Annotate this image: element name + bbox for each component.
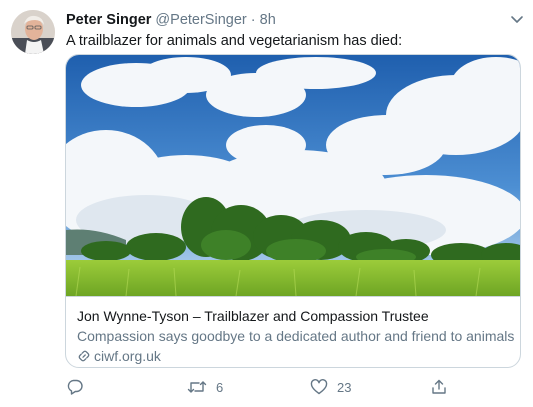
retweet-count: 6 [216, 379, 224, 395]
timestamp[interactable]: 8h [260, 12, 276, 28]
share-button[interactable] [430, 375, 457, 399]
heart-icon [310, 379, 328, 395]
reply-icon [67, 379, 83, 395]
link-card[interactable]: Jon Wynne-Tyson – Trailblazer and Compas… [65, 54, 521, 368]
avatar-image [11, 10, 55, 54]
card-domain-text: ciwf.org.uk [94, 348, 161, 364]
retweet-icon [187, 381, 207, 393]
more-options-button[interactable] [508, 10, 526, 28]
author-name[interactable]: Peter Singer [66, 12, 151, 28]
card-domain: ciwf.org.uk [77, 347, 511, 365]
avatar[interactable] [11, 10, 55, 54]
card-description: Compassion says goodbye to a dedicated a… [77, 328, 515, 344]
tweet-text: A trailblazer for animals and vegetarian… [66, 33, 403, 49]
chevron-down-icon [511, 16, 523, 23]
tweet-header: Peter Singer @PeterSinger · 8h [66, 11, 276, 29]
like-count: 23 [337, 379, 352, 395]
link-icon [78, 350, 90, 362]
tweet[interactable]: Peter Singer @PeterSinger · 8h A trailbla… [0, 0, 533, 407]
card-image [66, 55, 520, 296]
retweet-button[interactable]: 6 [187, 375, 223, 399]
author-handle[interactable]: @PeterSinger [155, 12, 246, 28]
action-bar: 6 23 [0, 375, 533, 401]
separator-dot: · [250, 12, 256, 28]
reply-button[interactable] [66, 375, 93, 399]
card-title: Jon Wynne-Tyson – Trailblazer and Compas… [77, 308, 429, 324]
card-text: Jon Wynne-Tyson – Trailblazer and Compas… [66, 296, 520, 367]
share-icon [432, 379, 446, 394]
like-button[interactable]: 23 [310, 375, 351, 399]
